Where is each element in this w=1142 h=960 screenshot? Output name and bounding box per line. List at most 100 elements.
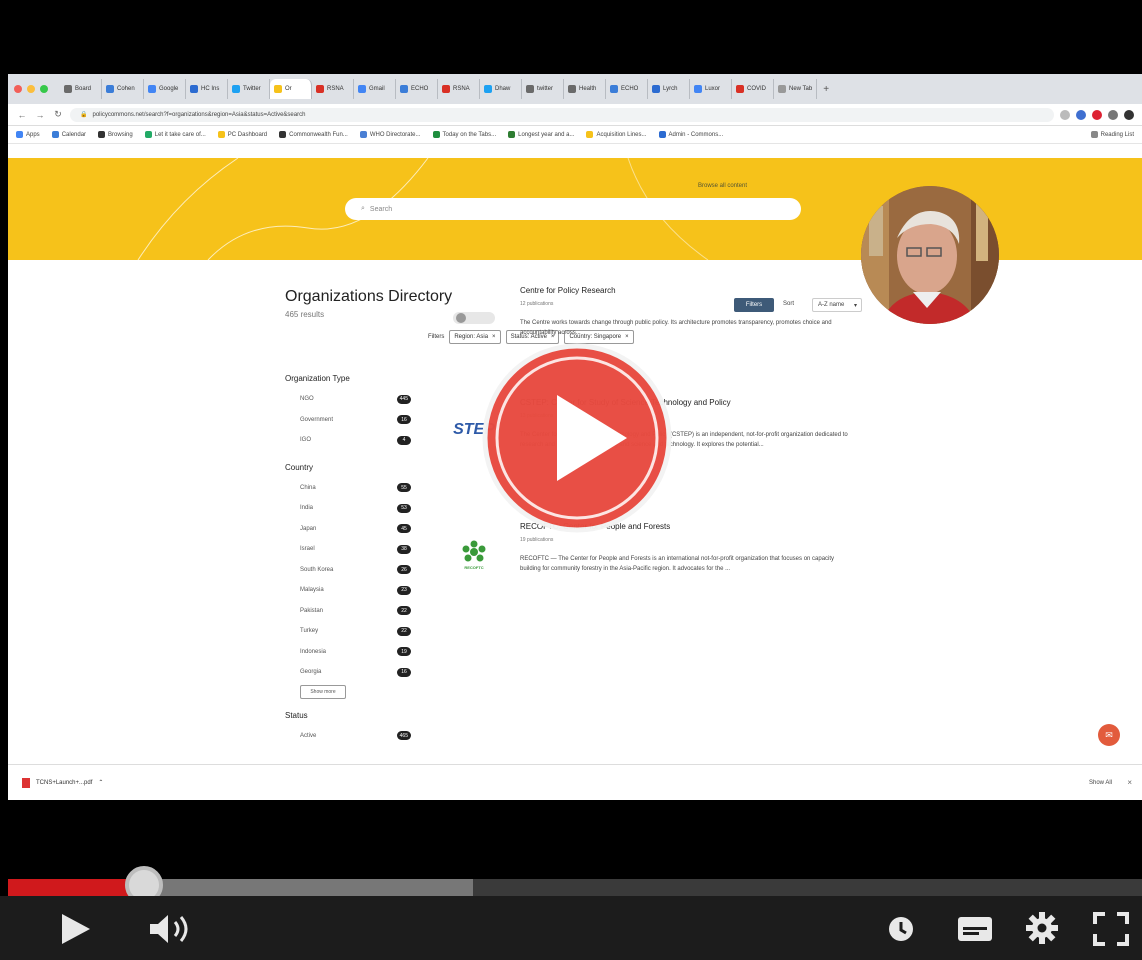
maximize-window-icon[interactable] xyxy=(40,85,48,93)
bookmark-item[interactable]: Admin - Commons... xyxy=(658,131,723,138)
progress-bar[interactable] xyxy=(8,879,1142,896)
extension-icon[interactable] xyxy=(1108,109,1118,120)
volume-icon[interactable] xyxy=(148,913,196,945)
bookmark-icon xyxy=(432,131,440,138)
browser-tab[interactable]: Twitter xyxy=(228,79,270,99)
pdf-icon xyxy=(22,777,30,788)
bookmark-item[interactable]: PC Dashboard xyxy=(217,131,268,138)
bookmark-item[interactable]: Browsing xyxy=(98,131,133,138)
bookmark-item[interactable]: Commonwealth Fun... xyxy=(279,131,348,138)
facet-option[interactable]: Israel 38 xyxy=(285,539,415,560)
extension-icon[interactable] xyxy=(1092,109,1102,120)
show-all-button[interactable]: Show All xyxy=(1089,780,1112,786)
bookmark-item[interactable]: Calendar xyxy=(51,131,86,138)
bookmark-item[interactable]: Apps xyxy=(16,131,40,138)
show-more-button[interactable]: Show more xyxy=(300,684,346,699)
extension-icon[interactable] xyxy=(1076,109,1086,120)
favicon-icon xyxy=(400,85,408,93)
facet-option[interactable]: Japan 45 xyxy=(285,519,415,540)
chevron-up-icon[interactable]: ⌃ xyxy=(98,779,103,786)
favicon-icon xyxy=(652,85,660,93)
facet-option[interactable]: Turkey 22 xyxy=(285,621,415,642)
bookmark-label: Browsing xyxy=(108,131,133,138)
count-badge: 22 xyxy=(397,606,411,616)
hero-link[interactable]: Browse all content xyxy=(698,183,747,189)
back-icon[interactable]: ← xyxy=(16,110,28,120)
browser-tab[interactable]: Board xyxy=(60,79,102,99)
bookmarks-bar: Apps Calendar Browsing Let it take care of.… xyxy=(8,126,1142,144)
browser-tab[interactable]: Gmail xyxy=(354,79,396,99)
search-input[interactable]: ⌕ Search xyxy=(345,198,801,220)
bookmark-icon xyxy=(16,131,23,138)
facet-option[interactable]: Malaysia 23 xyxy=(285,580,415,601)
bookmark-item[interactable]: Longest year and a... xyxy=(508,131,574,138)
organization-description: RECOFTC — The Center for People and Fore… xyxy=(520,556,835,572)
favicon-icon xyxy=(568,85,576,93)
favicon-icon xyxy=(358,85,366,93)
facet-option[interactable]: China 55 xyxy=(285,478,415,499)
facet-option[interactable]: IGO 4 xyxy=(285,430,415,451)
fullscreen-icon[interactable] xyxy=(1093,912,1129,946)
browser-tab[interactable]: ECHO xyxy=(396,79,438,99)
window-controls[interactable] xyxy=(14,85,48,93)
bookmark-label: Let it take care of... xyxy=(154,131,206,138)
facet-option[interactable]: South Korea 26 xyxy=(285,560,415,581)
organization-card[interactable]: RECOFTCRECOFTC: Center for People and Fo… xyxy=(440,522,870,622)
settings-icon[interactable] xyxy=(1025,911,1059,945)
bookmark-item[interactable]: Acquisition Lines... xyxy=(586,131,647,138)
download-item[interactable]: TCNS+Launch+...pdf ⌃ xyxy=(22,777,103,788)
browser-tab[interactable]: RSNA xyxy=(438,79,480,99)
new-tab-button[interactable]: + xyxy=(823,84,829,95)
big-play-button[interactable] xyxy=(482,343,672,533)
browser-tab[interactable]: Google xyxy=(144,79,186,99)
presenter-image xyxy=(861,186,999,324)
facet-option[interactable]: Pakistan 22 xyxy=(285,601,415,622)
browser-tab[interactable]: HC Ins xyxy=(186,79,228,99)
bookmark-label: PC Dashboard xyxy=(227,131,268,138)
browser-tab[interactable]: COVID xyxy=(732,79,774,99)
reload-icon[interactable]: ↻ xyxy=(52,109,64,120)
facet-option[interactable]: Government 16 xyxy=(285,410,415,431)
video-player[interactable]: Board Cohen Google HC Ins Twitter Or RSNA Gmail… xyxy=(0,0,1142,960)
facet-option-label: Government xyxy=(300,416,334,423)
browser-tab[interactable]: Lyrch xyxy=(648,79,690,99)
facet-option[interactable]: Active 465 xyxy=(285,726,415,747)
bookmark-item[interactable]: Today on the Tabs... xyxy=(432,131,496,138)
count-badge: 4 xyxy=(397,435,411,445)
browser-tab[interactable]: Cohen xyxy=(102,79,144,99)
browser-tab[interactable]: ECHO xyxy=(606,79,648,99)
bookmark-icon xyxy=(658,131,666,138)
close-window-icon[interactable] xyxy=(14,85,22,93)
browser-tab[interactable]: twitter xyxy=(522,79,564,99)
browser-tab[interactable]: New Tab xyxy=(774,79,818,99)
address-bar[interactable]: 🔒 policycommons.net/search?f=organizatio… xyxy=(70,107,1054,122)
tab-label: Cohen xyxy=(117,86,135,92)
bookmark-item[interactable]: WHO Directorate... xyxy=(359,131,421,138)
watch-later-icon[interactable] xyxy=(888,916,914,942)
browser-tab[interactable]: RSNA xyxy=(312,79,354,99)
favicon-icon xyxy=(484,85,492,93)
organization-name[interactable]: Centre for Policy Research xyxy=(520,286,616,295)
facet-option[interactable]: NGO 445 xyxy=(285,389,415,410)
minimize-window-icon[interactable] xyxy=(27,85,35,93)
chat-icon[interactable]: ✉ xyxy=(1098,724,1120,746)
download-file-name: TCNS+Launch+...pdf xyxy=(36,779,93,786)
browser-tab[interactable]: Dhaw xyxy=(480,79,522,99)
browser-tab[interactable]: Luxor xyxy=(690,79,732,99)
tab-label: New Tab xyxy=(789,86,813,92)
reading-list[interactable]: Reading List xyxy=(1090,131,1134,138)
bookmark-item[interactable]: Let it take care of... xyxy=(144,131,206,138)
extension-icon[interactable] xyxy=(1060,109,1070,120)
facet-option[interactable]: Georgia 16 xyxy=(285,662,415,683)
browser-tab[interactable]: Or xyxy=(270,79,312,99)
favicon-icon xyxy=(694,85,702,93)
forward-icon[interactable]: → xyxy=(34,110,46,120)
profile-avatar[interactable] xyxy=(1124,109,1134,120)
close-icon[interactable]: × xyxy=(1127,778,1132,787)
browser-tab[interactable]: Health xyxy=(564,79,606,99)
facet-option[interactable]: Indonesia 19 xyxy=(285,642,415,663)
tab-label: RSNA xyxy=(453,86,470,92)
play-icon[interactable] xyxy=(58,912,92,946)
facet-option[interactable]: India 53 xyxy=(285,498,415,519)
captions-icon[interactable] xyxy=(958,917,992,941)
